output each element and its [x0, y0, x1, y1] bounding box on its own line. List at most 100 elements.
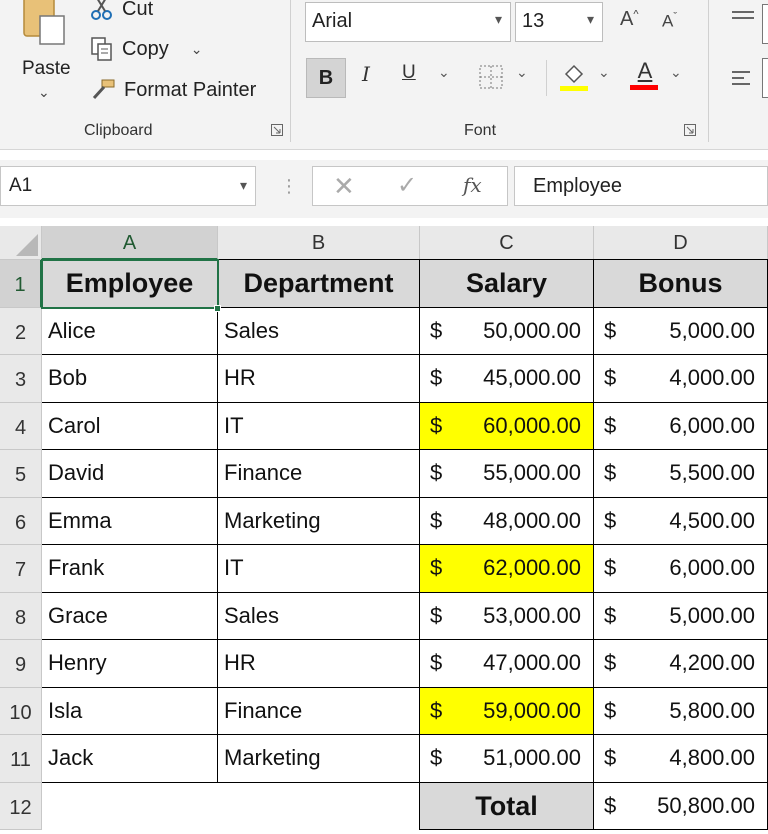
row-header-10[interactable]: 10	[0, 688, 42, 735]
employee-cell[interactable]: David	[42, 450, 218, 498]
empty-cell[interactable]	[218, 783, 420, 830]
font-color-dropdown-icon[interactable]: ⌄	[670, 64, 682, 81]
font-color-button[interactable]: A	[630, 58, 660, 90]
employee-cell[interactable]: Carol	[42, 403, 218, 450]
bonus-cell[interactable]: $6,000.00	[594, 403, 768, 450]
column-header-a[interactable]: A	[42, 226, 218, 260]
font-name-dropdown-icon[interactable]: ▾	[495, 11, 502, 28]
header-cell-d[interactable]: Bonus	[594, 260, 768, 308]
department-cell[interactable]: HR	[218, 640, 420, 688]
department-cell[interactable]: Finance	[218, 688, 420, 735]
row-header-3[interactable]: 3	[0, 355, 42, 403]
bold-button[interactable]: B	[306, 58, 346, 98]
department-cell[interactable]: HR	[218, 355, 420, 403]
salary-cell[interactable]: $59,000.00	[420, 688, 594, 735]
salary-cell[interactable]: $62,000.00	[420, 545, 594, 593]
employee-cell[interactable]: Bob	[42, 355, 218, 403]
bonus-cell[interactable]: $5,000.00	[594, 593, 768, 640]
italic-button[interactable]: I	[362, 62, 370, 86]
font-size-dropdown-icon[interactable]: ▾	[587, 11, 594, 28]
font-name-select[interactable]: Arial ▾	[305, 2, 511, 42]
employee-cell[interactable]: Grace	[42, 593, 218, 640]
clipboard-dialog-launcher-icon[interactable]	[271, 124, 283, 136]
header-cell-c[interactable]: Salary	[420, 260, 594, 308]
empty-cell[interactable]	[42, 783, 218, 830]
salary-cell[interactable]: $47,000.00	[420, 640, 594, 688]
salary-cell[interactable]: $50,000.00	[420, 308, 594, 355]
department-cell[interactable]: Marketing	[218, 735, 420, 783]
bonus-cell[interactable]: $4,000.00	[594, 355, 768, 403]
underline-button[interactable]: U	[402, 62, 416, 84]
copy-button[interactable]: Copy ⌄	[90, 36, 202, 62]
borders-dropdown-icon[interactable]: ⌄	[516, 64, 528, 81]
formula-bar-grip-icon[interactable]: ⋮	[280, 176, 298, 197]
bonus-cell[interactable]: $6,000.00	[594, 545, 768, 593]
format-painter-button[interactable]: Format Painter	[90, 78, 256, 102]
name-box[interactable]: A1 ▾	[0, 166, 256, 206]
employee-cell[interactable]: Alice	[42, 308, 218, 355]
department-cell[interactable]: Sales	[218, 308, 420, 355]
department-cell[interactable]: Finance	[218, 450, 420, 498]
insert-function-button[interactable]: fx	[463, 173, 482, 197]
bonus-cell[interactable]: $4,200.00	[594, 640, 768, 688]
copy-dropdown-icon[interactable]: ⌄	[191, 41, 203, 58]
salary-cell[interactable]: $53,000.00	[420, 593, 594, 640]
column-header-d[interactable]: D	[594, 226, 768, 260]
bonus-cell[interactable]: $4,800.00	[594, 735, 768, 783]
formula-input[interactable]: Employee	[514, 166, 768, 206]
paste-button[interactable]: Paste	[22, 58, 71, 80]
paste-dropdown-icon[interactable]: ⌄	[38, 84, 50, 101]
row-header-9[interactable]: 9	[0, 640, 42, 688]
bonus-cell[interactable]: $5,500.00	[594, 450, 768, 498]
font-size-select[interactable]: 13 ▾	[515, 2, 603, 42]
select-all-button[interactable]	[0, 226, 42, 260]
total-value-cell[interactable]: $50,800.00	[594, 783, 768, 830]
employee-cell[interactable]: Jack	[42, 735, 218, 783]
department-cell[interactable]: Sales	[218, 593, 420, 640]
row-header-6[interactable]: 6	[0, 498, 42, 545]
row-header-5[interactable]: 5	[0, 450, 42, 498]
salary-cell[interactable]: $55,000.00	[420, 450, 594, 498]
employee-cell[interactable]: Emma	[42, 498, 218, 545]
employee-cell[interactable]: Henry	[42, 640, 218, 688]
header-cell-a[interactable]: Employee	[42, 260, 218, 308]
row-header-2[interactable]: 2	[0, 308, 42, 355]
row-header-4[interactable]: 4	[0, 403, 42, 450]
name-box-dropdown-icon[interactable]: ▾	[240, 177, 247, 194]
enter-icon[interactable]: ✓	[397, 171, 417, 200]
underline-dropdown-icon[interactable]: ⌄	[438, 64, 450, 81]
cut-button[interactable]: Cut	[90, 0, 153, 22]
align-left-icon[interactable]	[730, 68, 756, 90]
salary-cell[interactable]: $51,000.00	[420, 735, 594, 783]
fill-color-icon[interactable]	[558, 60, 590, 92]
department-cell[interactable]: IT	[218, 545, 420, 593]
bonus-cell[interactable]: $4,500.00	[594, 498, 768, 545]
fill-color-dropdown-icon[interactable]: ⌄	[598, 64, 610, 81]
font-dialog-launcher-icon[interactable]	[684, 124, 696, 136]
paste-icon[interactable]	[22, 0, 66, 46]
merge-center-partial[interactable]	[762, 58, 768, 98]
header-cell-b[interactable]: Department	[218, 260, 420, 308]
column-header-b[interactable]: B	[218, 226, 420, 260]
employee-cell[interactable]: Isla	[42, 688, 218, 735]
decrease-font-size-button[interactable]: Aˇ	[662, 11, 677, 32]
salary-cell[interactable]: $45,000.00	[420, 355, 594, 403]
borders-icon[interactable]	[478, 64, 504, 90]
fill-handle[interactable]	[214, 305, 221, 312]
bonus-cell[interactable]: $5,000.00	[594, 308, 768, 355]
salary-cell[interactable]: $48,000.00	[420, 498, 594, 545]
total-label-cell[interactable]: Total	[420, 783, 594, 830]
row-header-8[interactable]: 8	[0, 593, 42, 640]
column-header-c[interactable]: C	[420, 226, 594, 260]
row-header-7[interactable]: 7	[0, 545, 42, 593]
department-cell[interactable]: Marketing	[218, 498, 420, 545]
department-cell[interactable]: IT	[218, 403, 420, 450]
employee-cell[interactable]: Frank	[42, 545, 218, 593]
increase-font-size-button[interactable]: A^	[620, 8, 639, 31]
top-align-icon[interactable]	[730, 8, 756, 30]
cancel-icon[interactable]: ✕	[333, 171, 355, 202]
row-header-12[interactable]: 12	[0, 783, 42, 830]
row-header-11[interactable]: 11	[0, 735, 42, 783]
bonus-cell[interactable]: $5,800.00	[594, 688, 768, 735]
wrap-text-partial[interactable]	[762, 4, 768, 44]
